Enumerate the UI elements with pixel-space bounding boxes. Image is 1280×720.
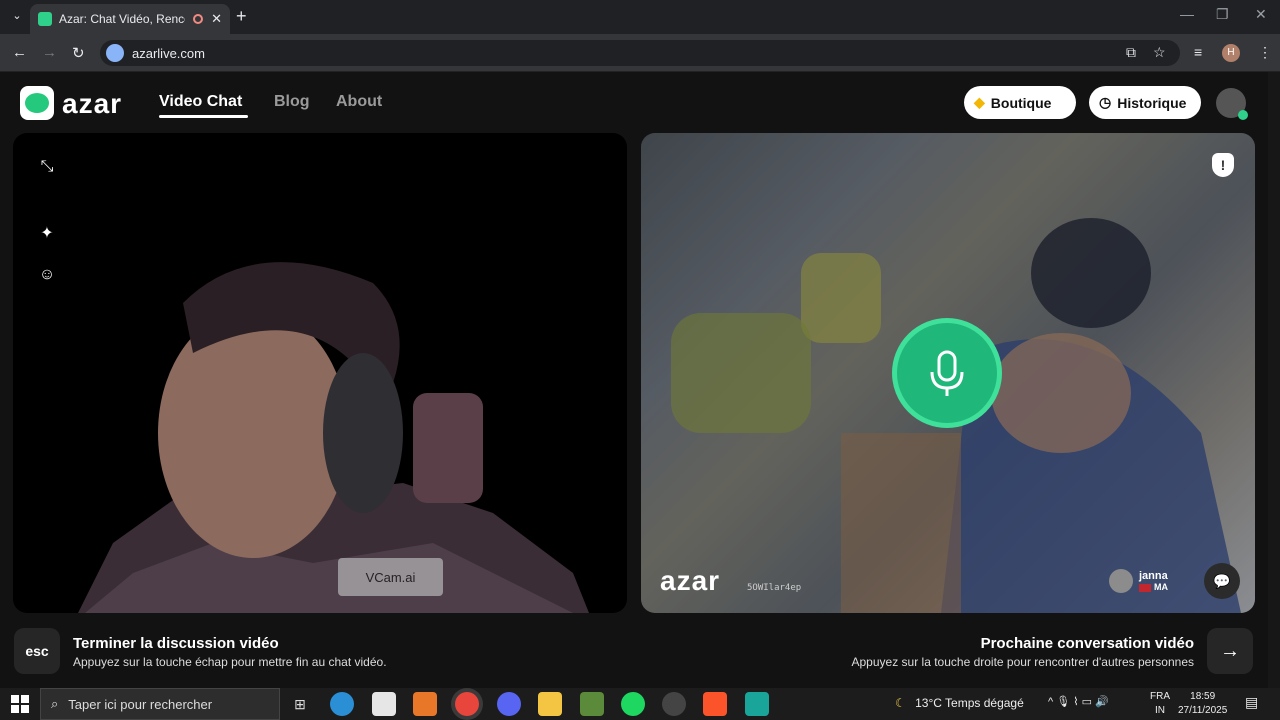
new-tab-plus-icon[interactable]: + <box>236 6 247 27</box>
self-video-panel: ⤡ ✦ ☺ VCam.ai <box>13 133 627 613</box>
spotify-icon[interactable] <box>621 692 645 716</box>
nav-video-chat[interactable]: Video Chat <box>159 93 242 111</box>
historique-label: Historique <box>1117 94 1187 111</box>
discord-icon[interactable] <box>497 692 521 716</box>
partner-info[interactable]: janna MA <box>1109 563 1199 599</box>
end-chat-hint: Appuyez sur la touche échap pour mettre … <box>73 655 387 669</box>
microphone-button[interactable] <box>892 318 1002 428</box>
nav-active-underline <box>159 115 248 118</box>
forward-arrow-icon[interactable]: → <box>42 44 57 61</box>
azar-favicon-icon <box>38 12 52 26</box>
sparkle-effects-icon[interactable]: ✦ <box>37 223 57 243</box>
collapse-icon[interactable]: ⤡ <box>37 158 57 178</box>
media-control-icon[interactable]: ≡ <box>1194 44 1202 60</box>
face-filter-icon[interactable]: ☺ <box>37 266 57 286</box>
obs-icon[interactable] <box>662 692 686 716</box>
page-scrollbar[interactable] <box>1268 72 1280 688</box>
site-info-icon[interactable] <box>106 44 124 62</box>
clock-time: 18:59 <box>1190 691 1216 702</box>
taskbar-clock[interactable]: 18:59 27/11/2025 <box>1178 690 1227 718</box>
browser-profile-avatar[interactable]: H <box>1222 44 1240 62</box>
partner-avatar <box>1109 569 1133 593</box>
task-view-icon[interactable]: ⊞ <box>288 692 312 716</box>
partner-video-panel: ! azar 5OWIlar4ep janna MA 💬 <box>641 133 1255 613</box>
microphone-icon <box>930 350 964 396</box>
lang-top: FRA <box>1150 691 1170 702</box>
report-shield-icon[interactable]: ! <box>1212 153 1234 177</box>
boutique-button[interactable]: ◆ Boutique <box>964 86 1076 119</box>
system-tray-icons[interactable]: ^ 🎙 ⌇ ▭ 🔊 <box>1048 695 1109 708</box>
search-icon: ⌕ <box>51 696 59 711</box>
install-app-icon[interactable]: ⧉ <box>1126 44 1136 61</box>
azar-logo-text[interactable]: azar <box>62 88 122 120</box>
nav-blog[interactable]: Blog <box>274 93 310 111</box>
browser-menu-icon[interactable]: ⋮ <box>1258 44 1272 61</box>
chrome-browser-icon[interactable] <box>455 692 479 716</box>
end-chat-title: Terminer la discussion vidéo <box>73 635 279 652</box>
moon-icon: ☾ <box>895 696 906 710</box>
historique-button[interactable]: ◷ Historique <box>1089 86 1201 119</box>
browser-tab[interactable]: Azar: Chat Vidéo, Rencontre ✕ <box>30 4 230 34</box>
chat-bubble-icon: 💬 <box>1213 572 1231 589</box>
minimize-window-icon[interactable]: — <box>1180 6 1194 22</box>
partner-country: MA <box>1139 582 1168 592</box>
file-explorer-icon[interactable] <box>538 692 562 716</box>
clock-date: 27/11/2025 <box>1178 705 1228 716</box>
tab-list-chevron-icon[interactable]: ⌄ <box>8 9 26 25</box>
back-arrow-icon[interactable]: ← <box>12 44 27 61</box>
boutique-label: Boutique <box>990 94 1052 111</box>
url-text: azarlive.com <box>132 45 205 61</box>
vcam-app-icon[interactable] <box>745 692 769 716</box>
app-a-icon[interactable] <box>413 692 437 716</box>
edge-browser-icon[interactable] <box>330 692 354 716</box>
taskbar-search-input[interactable]: ⌕ Taper ici pour rechercher <box>40 688 280 720</box>
address-bar[interactable]: azarlive.com <box>100 40 1180 66</box>
next-arrow-button[interactable]: → <box>1207 628 1253 674</box>
azar-logo-icon[interactable] <box>20 86 54 120</box>
brave-browser-icon[interactable] <box>703 692 727 716</box>
microsoft-store-icon[interactable] <box>372 692 396 716</box>
chat-bubble-button[interactable]: 💬 <box>1204 563 1240 599</box>
tab-title: Azar: Chat Vidéo, Rencontre <box>59 12 185 26</box>
reload-icon[interactable]: ↻ <box>72 44 85 62</box>
notification-center-icon[interactable]: ▤ <box>1245 694 1258 711</box>
user-profile-avatar[interactable] <box>1216 88 1248 120</box>
lang-bottom: IN <box>1155 705 1165 716</box>
close-window-icon[interactable]: ✕ <box>1255 6 1267 23</box>
esc-key-button[interactable]: esc <box>14 628 60 674</box>
next-chat-hint: Appuyez sur la touche droite pour rencon… <box>851 655 1195 669</box>
taskbar-search-placeholder: Taper ici pour rechercher <box>68 696 213 712</box>
weather-text: 13°C Temps dégagé <box>915 696 1024 710</box>
recording-indicator-icon <box>193 14 204 24</box>
language-indicator[interactable]: FRA IN <box>1150 690 1170 718</box>
nvidia-app-icon[interactable] <box>580 692 604 716</box>
bookmark-star-icon[interactable]: ☆ <box>1153 44 1166 61</box>
nav-about[interactable]: About <box>336 93 382 111</box>
close-tab-icon[interactable]: ✕ <box>211 11 222 27</box>
next-chat-title: Prochaine conversation vidéo <box>980 635 1194 652</box>
gem-icon: ◆ <box>974 94 985 110</box>
partner-name: janna <box>1139 570 1168 582</box>
partner-id: 5OWIlar4ep <box>747 583 802 593</box>
vcam-watermark: VCam.ai <box>338 558 443 596</box>
weather-widget[interactable]: ☾ 13°C Temps dégagé <box>895 696 1024 710</box>
clock-icon: ◷ <box>1099 94 1112 110</box>
windows-start-icon[interactable] <box>10 694 30 714</box>
azar-watermark-logo: azar <box>660 565 721 596</box>
self-camera-person <box>78 262 589 613</box>
maximize-window-icon[interactable]: ❐ <box>1216 6 1229 23</box>
